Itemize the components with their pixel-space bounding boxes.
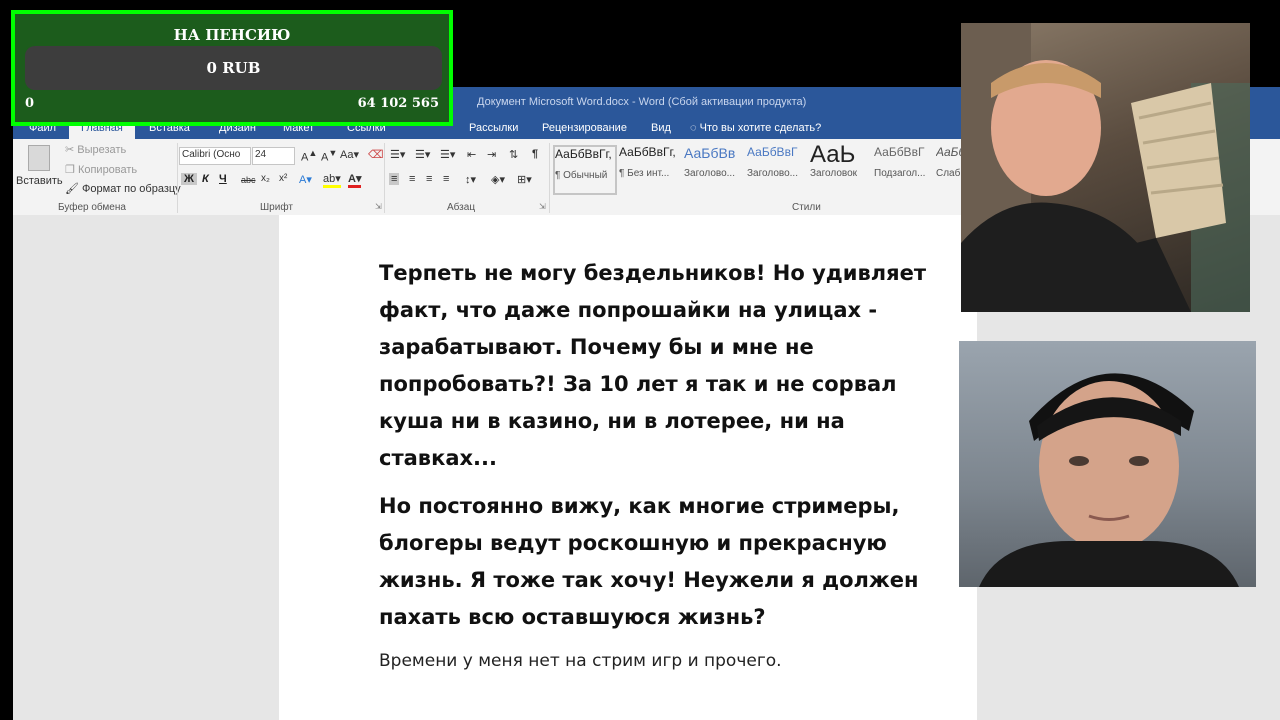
pilcrow-icon[interactable]: ¶ — [532, 148, 538, 160]
strikethrough-button[interactable]: abc — [241, 175, 256, 185]
style-heading-2[interactable]: АаБбВвГ Заголово... — [747, 145, 807, 191]
style-preview: АаЬ — [810, 145, 856, 165]
goal-progress-bar: 0 RUB — [25, 46, 442, 90]
lightbulb-icon: ◌ — [690, 122, 697, 134]
goal-current-amount: 0 RUB — [206, 59, 261, 77]
tell-me-box[interactable]: ◌ Что вы хотите сделать? — [690, 122, 821, 134]
borders-icon[interactable]: ⊞▾ — [517, 173, 532, 186]
align-left-icon[interactable]: ≡ — [389, 173, 400, 185]
font-group-label: Шрифт — [260, 202, 293, 213]
dialog-launcher-icon[interactable]: ⇲ — [539, 202, 546, 211]
style-heading-1[interactable]: АаБбВв Заголово... — [684, 145, 744, 191]
donation-goal-widget: НА ПЕНСИЮ 0 RUB 0 64 102 565 — [11, 10, 453, 126]
change-case-icon[interactable]: Aa▾ — [340, 148, 359, 161]
tell-me-text: Что вы хотите сделать? — [699, 122, 822, 134]
bullets-icon[interactable]: ☰▾ — [390, 148, 405, 161]
style-name: ¶ Обычный — [555, 170, 608, 181]
align-center-icon[interactable]: ≡ — [409, 173, 415, 185]
paste-label: Вставить — [16, 175, 63, 187]
decrease-indent-icon[interactable]: ⇤ — [467, 148, 476, 161]
format-painter-button[interactable]: 🖌 Формат по образцу — [65, 182, 181, 195]
window-title: Документ Microsoft Word.docx - Word (Сбо… — [477, 96, 807, 108]
multilevel-list-icon[interactable]: ☰▾ — [440, 148, 455, 161]
style-normal[interactable]: АаБбВвГг, ¶ Обычный — [553, 145, 617, 195]
copy-icon: ❐ — [65, 164, 75, 176]
paragraph-2: Но постоянно вижу, как многие стримеры, … — [379, 494, 919, 629]
line-spacing-icon[interactable]: ↕▾ — [465, 173, 476, 186]
subscript-icon[interactable]: x₂ — [261, 173, 270, 184]
goal-title: НА ПЕНСИЮ — [173, 26, 291, 44]
divider — [549, 143, 550, 213]
styles-group-label: Стили — [792, 202, 821, 213]
clear-format-icon[interactable]: ⌫ — [368, 148, 384, 161]
highlight-icon[interactable]: ab▾ — [323, 172, 341, 188]
divider — [384, 143, 385, 213]
person-with-money-image — [961, 23, 1250, 312]
italic-button[interactable]: К — [202, 173, 209, 185]
numbering-icon[interactable]: ☰▾ — [415, 148, 430, 161]
person-in-cap-image — [979, 373, 1239, 587]
sort-icon[interactable]: ⇅ — [509, 148, 518, 161]
style-name: Заголово... — [747, 168, 798, 179]
underline-button[interactable]: Ч — [219, 173, 227, 185]
copy-label: Копировать — [77, 164, 138, 176]
tab-mailings[interactable]: Рассылки — [469, 122, 518, 134]
style-preview: АаБбВвГг, — [619, 145, 676, 159]
paragraph-3: Времени у меня нет на стрим игр и прочег… — [379, 651, 782, 671]
copy-button[interactable]: ❐ Копировать — [65, 163, 137, 176]
clipboard-icon — [28, 145, 50, 171]
font-name-field[interactable]: Calibri (Осно — [179, 147, 251, 165]
style-preview: АаБбВвГ — [874, 145, 925, 159]
brush-icon: 🖌 — [65, 183, 79, 195]
text-effects-icon[interactable]: A▾ — [299, 173, 312, 186]
document-page[interactable]: Терпеть не могу бездельников! Но удивляе… — [279, 215, 977, 720]
style-name: Заголово... — [684, 168, 735, 179]
goal-max: 64 102 565 — [357, 96, 439, 111]
style-preview: АаБбВвГ — [747, 145, 798, 159]
paragraph-1: Терпеть не могу бездельников! Но удивляе… — [379, 261, 927, 470]
superscript-icon[interactable]: x² — [279, 173, 287, 184]
paste-button[interactable]: Вставить — [16, 143, 63, 195]
style-preview: АаБбВв — [684, 145, 736, 161]
paragraph-group-label: Абзац — [447, 202, 476, 213]
font-shrink-icon[interactable]: A▼ — [321, 148, 337, 164]
align-right-icon[interactable]: ≡ — [426, 173, 432, 185]
style-name: Заголовок — [810, 168, 858, 179]
goal-min: 0 — [25, 96, 35, 111]
guest-photo — [959, 341, 1256, 587]
font-color-icon[interactable]: A▾ — [348, 172, 362, 188]
format-painter-label: Формат по образцу — [82, 183, 181, 195]
bold-button[interactable]: Ж — [181, 173, 197, 185]
style-subtitle[interactable]: АаБбВвГ Подзагол... — [874, 145, 934, 191]
scissors-icon: ✂ — [65, 144, 75, 156]
justify-icon[interactable]: ≡ — [443, 173, 449, 185]
streamer-photo-money — [961, 23, 1250, 312]
cut-button[interactable]: ✂ Вырезать — [65, 143, 126, 156]
style-no-spacing[interactable]: АаБбВвГг, ¶ Без инт... — [619, 145, 679, 191]
style-title[interactable]: АаЬ Заголовок — [810, 145, 870, 191]
divider — [177, 143, 178, 213]
style-name: ¶ Без инт... — [619, 168, 670, 179]
style-name: Подзагол... — [874, 168, 926, 179]
tab-review[interactable]: Рецензирование — [542, 122, 627, 134]
increase-indent-icon[interactable]: ⇥ — [487, 148, 496, 161]
dialog-launcher-icon[interactable]: ⇲ — [375, 202, 382, 211]
font-size-field[interactable]: 24 — [252, 147, 295, 165]
font-grow-icon[interactable]: A▲ — [301, 148, 317, 164]
tab-view[interactable]: Вид — [651, 122, 671, 134]
cut-label: Вырезать — [77, 144, 127, 156]
shading-icon[interactable]: ◈▾ — [491, 173, 505, 186]
clipboard-group-label: Буфер обмена — [58, 202, 126, 213]
style-preview: АаБбВвГг, — [555, 147, 612, 161]
